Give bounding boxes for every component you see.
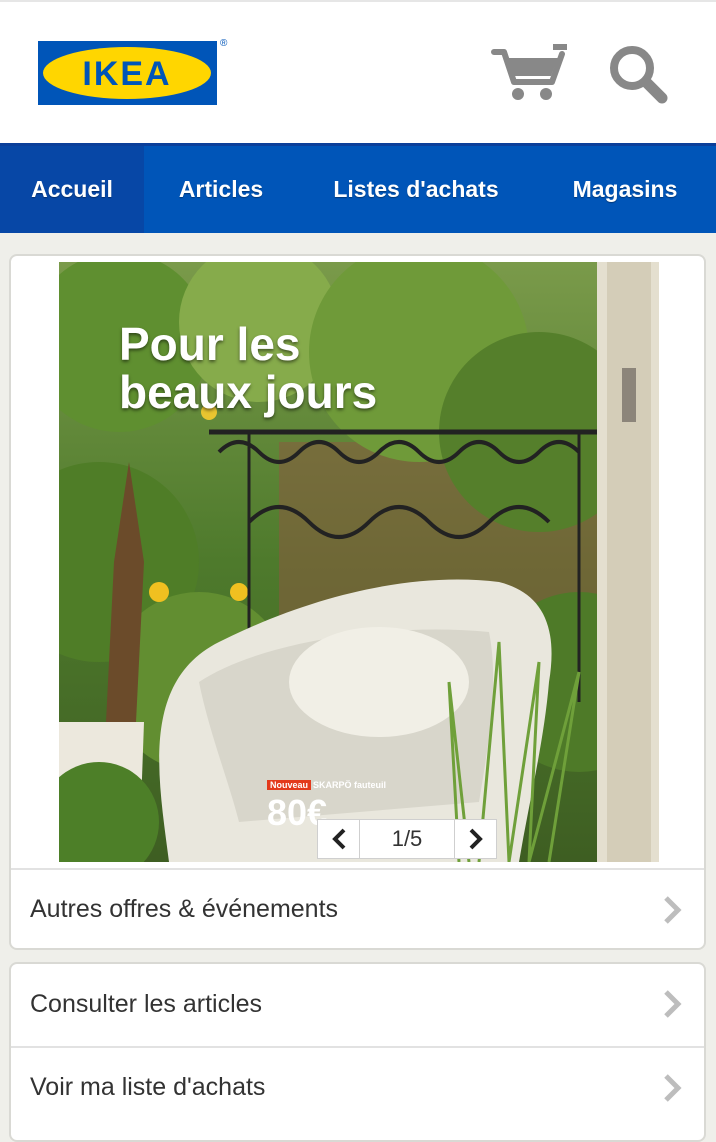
hero-title-line2: beaux jours xyxy=(119,366,378,418)
offers-link[interactable]: Autres offres & événements xyxy=(11,868,704,948)
new-badge: Nouveau xyxy=(267,780,312,790)
ikea-logo[interactable]: IKEA xyxy=(38,41,218,105)
registered-mark: ® xyxy=(220,38,228,49)
tab-accueil[interactable]: Accueil xyxy=(0,146,144,233)
cart-icon[interactable] xyxy=(490,42,570,104)
hero-title: Pour les beaux jours xyxy=(119,320,479,416)
browse-articles-label: Consulter les articles xyxy=(30,989,263,1018)
tab-magasins[interactable]: Magasins xyxy=(534,146,716,233)
tab-listes-achats[interactable]: Listes d'achats xyxy=(298,146,534,233)
links-card: Consulter les articles Voir ma liste d'a… xyxy=(9,962,706,1142)
carousel-pager: 1/5 xyxy=(317,819,497,859)
offers-link-label: Autres offres & événements xyxy=(30,894,339,923)
tab-articles[interactable]: Articles xyxy=(144,146,298,233)
slide-counter: 1/5 xyxy=(391,826,423,851)
shopping-list-link[interactable]: Voir ma liste d'achats xyxy=(11,1046,704,1126)
chevron-right-icon xyxy=(664,896,682,924)
prev-slide-button[interactable] xyxy=(318,820,360,858)
hero-title-line1: Pour les xyxy=(119,318,301,370)
promo-card: Pour les beaux jours Nouveau SKARPÖ faute… xyxy=(9,254,706,950)
search-icon[interactable] xyxy=(606,42,670,106)
next-slide-button[interactable] xyxy=(454,820,496,858)
chevron-left-icon xyxy=(331,828,345,850)
chevron-right-icon xyxy=(469,828,483,850)
hero-carousel[interactable]: Pour les beaux jours Nouveau SKARPÖ faute… xyxy=(59,262,659,862)
browse-articles-link[interactable]: Consulter les articles xyxy=(11,964,704,1044)
chevron-right-icon xyxy=(664,1074,682,1102)
shopping-list-label: Voir ma liste d'achats xyxy=(30,1072,266,1101)
app-header: IKEA ® xyxy=(0,0,716,143)
main-nav: Accueil Articles Listes d'achats Magasin… xyxy=(0,143,716,233)
logo-text: IKEA xyxy=(82,55,171,93)
promo-product: SKARPÖ fauteuil xyxy=(313,780,387,790)
chevron-right-icon xyxy=(664,990,682,1018)
